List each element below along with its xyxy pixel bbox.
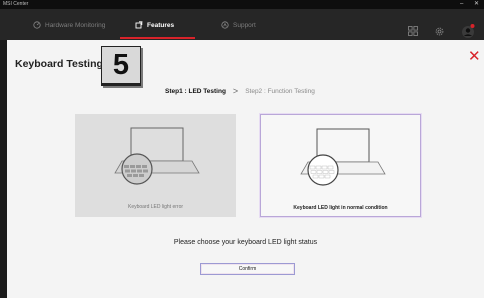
gear-icon[interactable]	[434, 26, 445, 37]
step-number-badge: 5	[101, 46, 141, 86]
minimize-button[interactable]: –	[460, 0, 463, 8]
close-icon[interactable]: ✕	[468, 49, 481, 64]
step-breadcrumb: Step1 : LED Testing > Step2 : Function T…	[165, 86, 315, 96]
step-next: Step2 : Function Testing	[245, 87, 315, 95]
grid-icon[interactable]	[408, 26, 418, 36]
features-icon	[135, 21, 143, 29]
avatar[interactable]	[461, 23, 475, 39]
tab-support[interactable]: Support	[221, 18, 256, 32]
window-close-button[interactable]: ✕	[474, 0, 479, 8]
tab-label: Features	[147, 21, 175, 29]
laptop-led-normal-icon	[300, 128, 386, 186]
tab-label: Hardware Monitoring	[45, 21, 106, 29]
title-bar: MSI Center – ✕	[0, 0, 484, 9]
content-panel: Keyboard Testing 5 ✕ Step1 : LED Testing…	[7, 40, 484, 298]
nav-bar: Hardware Monitoring Features Support	[0, 9, 484, 40]
tab-hardware-monitoring[interactable]: Hardware Monitoring	[33, 18, 105, 32]
confirm-button[interactable]: Confirm	[200, 263, 295, 275]
option-label: Keyboard LED light in normal condition	[293, 205, 388, 211]
option-label: Keyboard LED light error	[127, 204, 184, 210]
app-title: MSI Center	[3, 1, 29, 7]
option-led-error[interactable]: Keyboard LED light error	[75, 114, 236, 217]
laptop-led-error-icon	[114, 127, 200, 185]
option-led-normal[interactable]: Keyboard LED light in normal condition	[260, 114, 421, 217]
tab-label: Support	[233, 21, 256, 29]
tab-features[interactable]: Features	[135, 18, 174, 32]
step-separator: >	[232, 86, 239, 96]
step-current: Step1 : LED Testing	[165, 87, 226, 95]
active-tab-indicator	[120, 37, 195, 39]
support-icon	[221, 21, 229, 29]
page-title: Keyboard Testing	[15, 58, 103, 70]
gauge-icon	[33, 21, 41, 29]
instruction-text: Please choose your keyboard LED light st…	[173, 239, 318, 246]
